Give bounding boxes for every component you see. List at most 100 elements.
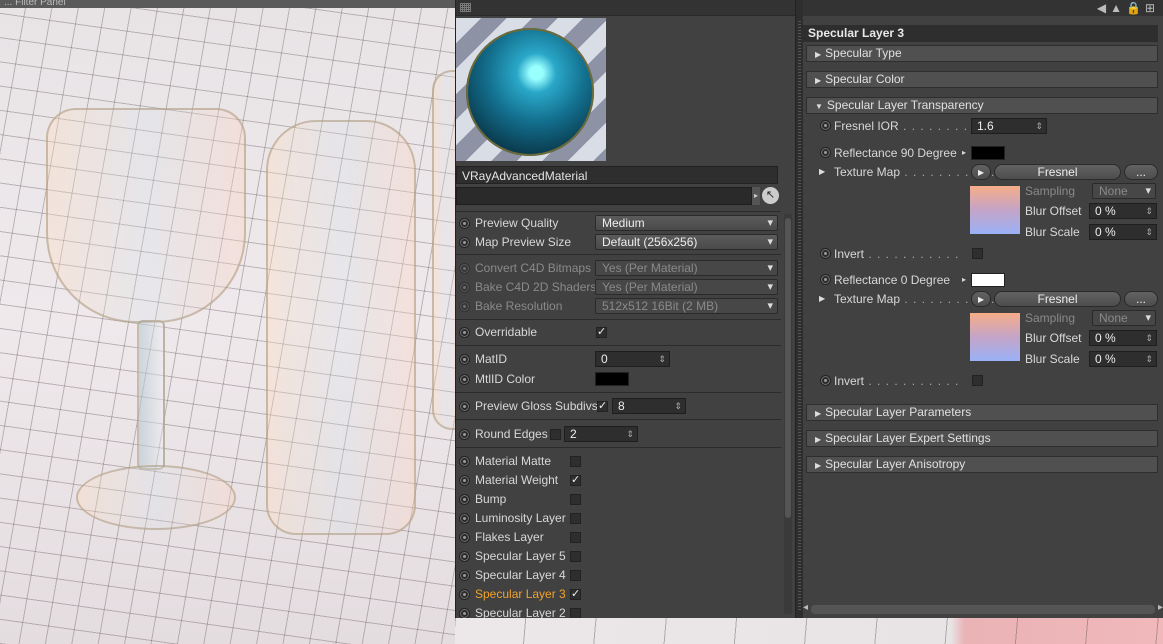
invert-checkbox[interactable] — [972, 248, 983, 259]
blur-offset-label: Blur Offset — [1025, 331, 1082, 345]
animate-radio-icon[interactable] — [820, 375, 831, 386]
fresnel-ior-field[interactable]: 1.6 — [971, 118, 1047, 134]
blur-scale-field[interactable]: 0 % — [1089, 224, 1157, 240]
viewport-menubar[interactable]: ... Filter Panel — [0, 0, 455, 8]
animate-radio-icon[interactable] — [459, 218, 470, 229]
layer-label: Specular Layer 4 — [475, 568, 566, 582]
blur-offset-field[interactable]: 0 % — [1089, 330, 1157, 346]
refl90-color-swatch[interactable] — [971, 146, 1005, 160]
animate-radio-icon[interactable] — [459, 327, 470, 338]
layer-checkbox[interactable] — [570, 608, 581, 618]
expand-arrow-icon[interactable]: ▸ — [752, 187, 760, 205]
gloss-subdivs-field[interactable]: 8 — [612, 398, 686, 414]
panel-splitter[interactable] — [795, 0, 803, 618]
animate-radio-icon[interactable] — [459, 401, 470, 412]
group-specular-parameters[interactable]: ▶ Specular Layer Parameters — [806, 404, 1158, 421]
round-edges-checkbox[interactable] — [550, 429, 561, 440]
param-label: Convert C4D Bitmaps — [475, 261, 592, 275]
animate-radio-icon[interactable] — [459, 237, 470, 248]
animate-radio-icon[interactable] — [459, 608, 470, 618]
expand-arrow-icon[interactable]: ▸ — [962, 143, 966, 163]
preview-quality-select[interactable]: Medium — [595, 215, 778, 231]
animate-radio-icon[interactable] — [459, 456, 470, 467]
matid-field[interactable]: 0 — [595, 351, 670, 367]
overridable-checkbox[interactable]: ✓ — [596, 327, 607, 338]
material-name-field[interactable]: VRayAdvancedMaterial — [456, 166, 778, 184]
animate-radio-icon[interactable] — [459, 374, 470, 385]
animate-radio-icon[interactable] — [459, 570, 470, 581]
expand-triangle-icon[interactable]: ▶ — [819, 289, 825, 309]
animate-radio-icon[interactable] — [459, 475, 470, 486]
shader-menu-button[interactable]: ▸ — [971, 164, 991, 180]
grip-icon[interactable] — [460, 3, 471, 12]
horizontal-scrollbar[interactable] — [803, 602, 1163, 614]
animate-radio-icon[interactable] — [459, 429, 470, 440]
divider — [456, 447, 781, 448]
animate-radio-icon[interactable] — [459, 263, 470, 274]
animate-radio-icon[interactable] — [459, 282, 470, 293]
animate-radio-icon[interactable] — [459, 354, 470, 365]
divider — [456, 319, 781, 320]
layer-checkbox[interactable] — [570, 551, 581, 562]
layer-checkbox[interactable]: ✓ — [570, 475, 581, 486]
scrollbar-thumb[interactable] — [785, 218, 791, 518]
gradient-preview[interactable] — [970, 186, 1020, 234]
group-specular-color[interactable]: ▶ Specular Color — [806, 71, 1158, 88]
blur-offset-field[interactable]: 0 % — [1089, 203, 1157, 219]
shader-more-button[interactable]: ... — [1124, 291, 1158, 307]
beer-glass — [266, 120, 416, 535]
render-viewport[interactable]: ... Filter Panel — [0, 0, 455, 644]
group-specular-type[interactable]: ▶ Specular Type — [806, 45, 1158, 62]
animate-radio-icon[interactable] — [820, 248, 831, 259]
gradient-preview[interactable] — [970, 313, 1020, 361]
up-arrow-icon[interactable]: ▲ — [1110, 1, 1126, 15]
layer-checkbox[interactable]: ✓ — [570, 589, 581, 600]
layer-checkbox[interactable] — [570, 532, 581, 543]
layer-checkbox[interactable] — [570, 570, 581, 581]
round-edges-field[interactable]: 2 — [564, 426, 638, 442]
material-preview[interactable] — [456, 18, 606, 161]
expand-triangle-icon: ▶ — [815, 76, 822, 85]
shader-fresnel-button[interactable]: Fresnel — [994, 291, 1121, 307]
link-field[interactable] — [456, 187, 752, 205]
shader-more-button[interactable]: ... — [1124, 164, 1158, 180]
shader-menu-button[interactable]: ▸ — [971, 291, 991, 307]
layer-checkbox[interactable] — [570, 456, 581, 467]
layer-checkbox[interactable] — [570, 494, 581, 505]
group-specular-transparency[interactable]: ▼ Specular Layer Transparency — [806, 97, 1158, 114]
animate-radio-icon[interactable] — [820, 274, 831, 285]
animate-radio-icon[interactable] — [459, 532, 470, 543]
mtlid-color-swatch[interactable] — [595, 372, 629, 386]
bake-resolution-select[interactable]: 512x512 16Bit (2 MB) — [595, 298, 778, 314]
toolbar-icons[interactable]: ◀▲🔒⊞ — [1097, 1, 1159, 15]
bake-shaders-select[interactable]: Yes (Per Material) — [595, 279, 778, 295]
animate-radio-icon[interactable] — [459, 301, 470, 312]
layer-row-active[interactable]: Specular Layer 3 ✓ — [456, 585, 781, 604]
expand-arrow-icon[interactable]: ▸ — [962, 270, 966, 290]
picker-icon[interactable]: ↖ — [762, 187, 779, 204]
animate-radio-icon[interactable] — [820, 147, 831, 158]
shader-fresnel-button[interactable]: Fresnel — [994, 164, 1121, 180]
group-specular-anisotropy[interactable]: ▶ Specular Layer Anisotropy — [806, 456, 1158, 473]
group-specular-expert[interactable]: ▶ Specular Layer Expert Settings — [806, 430, 1158, 447]
animate-radio-icon[interactable] — [459, 494, 470, 505]
lock-icon[interactable]: 🔒 — [1126, 1, 1145, 15]
animate-radio-icon[interactable] — [820, 120, 831, 131]
animate-radio-icon[interactable] — [459, 551, 470, 562]
convert-bitmaps-select[interactable]: Yes (Per Material) — [595, 260, 778, 276]
animate-radio-icon[interactable] — [459, 513, 470, 524]
animate-radio-icon[interactable] — [459, 589, 470, 600]
new-panel-icon[interactable]: ⊞ — [1145, 1, 1159, 15]
map-preview-size-select[interactable]: Default (256x256) — [595, 234, 778, 250]
sampling-select[interactable]: None — [1092, 310, 1156, 326]
invert-checkbox[interactable] — [972, 375, 983, 386]
vertical-scrollbar[interactable] — [784, 214, 792, 614]
expand-triangle-icon[interactable]: ▶ — [819, 162, 825, 182]
gloss-subdivs-checkbox[interactable]: ✓ — [597, 401, 608, 412]
refl0-color-swatch[interactable] — [971, 273, 1005, 287]
panel-toolbar: ◀▲🔒⊞ — [803, 0, 1163, 16]
back-arrow-icon[interactable]: ◀ — [1097, 1, 1110, 15]
blur-scale-field[interactable]: 0 % — [1089, 351, 1157, 367]
sampling-select[interactable]: None — [1092, 183, 1156, 199]
layer-checkbox[interactable] — [570, 513, 581, 524]
